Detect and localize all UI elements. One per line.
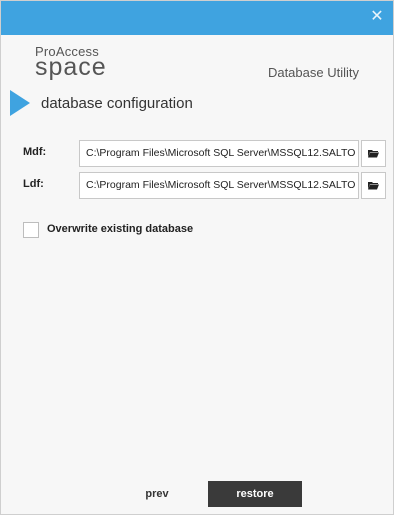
ldf-path-input[interactable]: C:\Program Files\Microsoft SQL Server\MS…: [79, 172, 359, 199]
mdf-label: Mdf:: [23, 146, 47, 158]
step-title: database configuration: [41, 95, 193, 112]
prev-button[interactable]: prev: [129, 481, 185, 507]
ldf-label: Ldf:: [23, 178, 44, 190]
folder-icon: [368, 149, 379, 158]
mdf-path-input[interactable]: C:\Program Files\Microsoft SQL Server\MS…: [79, 140, 359, 167]
mdf-browse-button[interactable]: [361, 140, 386, 167]
database-utility-window: ✕ ProAccess space Database Utility datab…: [0, 0, 394, 515]
proaccess-space-logo: ProAccess space: [35, 45, 107, 81]
title-bar[interactable]: ✕: [1, 1, 393, 35]
ldf-row: Ldf: C:\Program Files\Microsoft SQL Serv…: [1, 172, 393, 199]
close-icon[interactable]: ✕: [367, 7, 387, 27]
restore-button[interactable]: restore: [208, 481, 302, 507]
app-name: Database Utility: [267, 65, 359, 80]
step-arrow-icon: [10, 90, 30, 116]
logo-space-text: space: [35, 53, 107, 81]
overwrite-checkbox[interactable]: [23, 222, 39, 238]
overwrite-label[interactable]: Overwrite existing database: [47, 223, 193, 235]
folder-icon: [368, 181, 379, 190]
mdf-row: Mdf: C:\Program Files\Microsoft SQL Serv…: [1, 140, 393, 167]
ldf-browse-button[interactable]: [361, 172, 386, 199]
